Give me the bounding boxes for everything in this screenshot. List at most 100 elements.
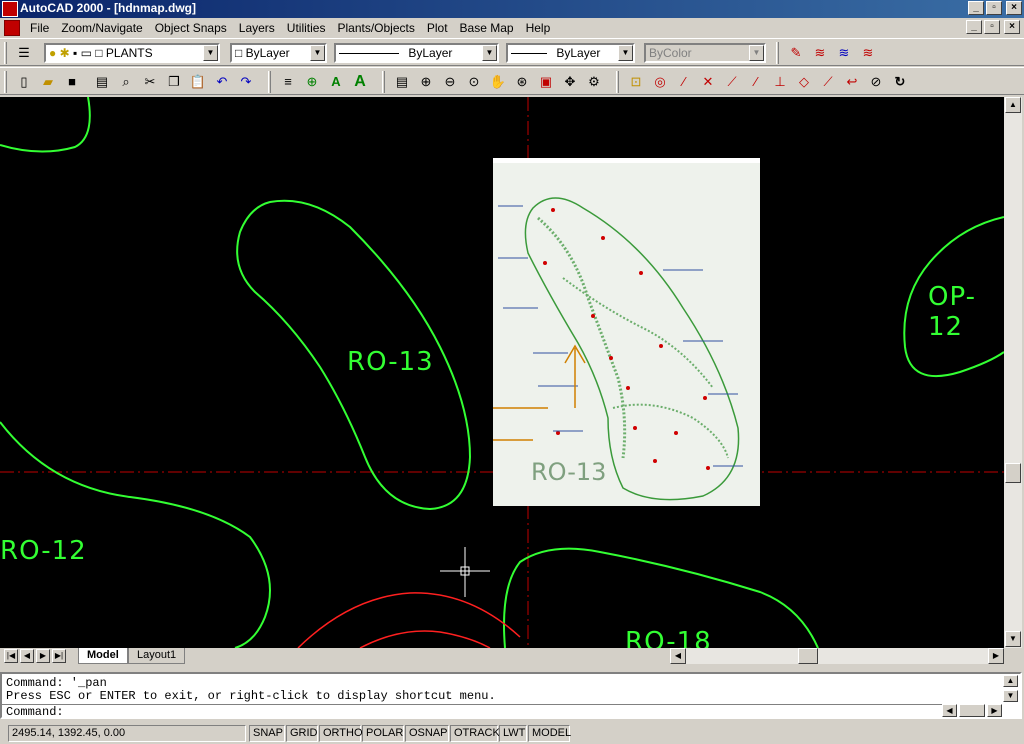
zoom-out-icon[interactable]: ⊖ [440,73,460,91]
lineweight-dropdown[interactable]: ByLayer ▼ [506,43,635,63]
toolbar-grip[interactable] [268,71,271,93]
menu-file[interactable]: File [24,21,55,35]
layers-icon[interactable]: ☰ [14,44,34,62]
horizontal-scrollbar[interactable]: ◀ ▶ [670,648,1004,664]
cmd-scroll-down-button[interactable]: ▼ [1003,690,1018,702]
linetype-dropdown[interactable]: ByLayer ▼ [334,43,499,63]
last-tab-button[interactable]: ▶| [52,649,66,663]
zoom-realtime-icon[interactable]: ⊛ [512,73,532,91]
toolbar-grip[interactable] [776,42,779,64]
zoom-extents-icon[interactable]: ▣ [536,73,556,91]
locate-point-icon[interactable]: ⊕ [302,73,322,91]
undo-icon[interactable]: ↶ [212,73,232,91]
multiline-text-icon[interactable]: A [350,73,370,91]
move-icon[interactable]: ✥ [560,73,580,91]
save-icon[interactable]: ■ [62,73,82,91]
model-toggle[interactable]: MODEL [528,725,571,742]
scroll-down-button[interactable]: ▼ [1005,631,1021,647]
zoom-in-icon[interactable]: ⊕ [416,73,436,91]
copy-icon[interactable]: ❐ [164,73,184,91]
document-icon[interactable] [4,20,20,36]
menu-utilities[interactable]: Utilities [281,21,332,35]
color-dropdown[interactable]: □ ByLayer ▼ [230,43,327,63]
aerial-view-icon[interactable]: ⚙ [584,73,604,91]
rainbow-icon[interactable]: ≋ [858,44,878,62]
prev-tab-button[interactable]: ◀ [20,649,34,663]
osnap-toggle[interactable]: OSNAP [405,725,449,742]
polar-toggle[interactable]: POLAR [362,725,404,742]
zoom-window-icon[interactable]: ⊙ [464,73,484,91]
list-icon[interactable]: ≡ [278,73,298,91]
menu-help[interactable]: Help [520,21,557,35]
snap-quadrant-icon[interactable]: ◇ [794,73,814,91]
snap-toggle[interactable]: SNAP [249,725,285,742]
command-input[interactable]: Command: [2,704,942,719]
snap-nearest-icon[interactable]: ⟋ [818,73,838,91]
menu-plot[interactable]: Plot [421,21,454,35]
horizontal-scroll-thumb[interactable] [798,648,818,664]
lwt-toggle[interactable]: LWT [499,725,527,742]
menu-layers[interactable]: Layers [233,21,281,35]
scanned-map-image[interactable]: RO-13 [493,158,760,506]
doc-close-button[interactable]: × [1004,20,1020,34]
snap-tangent-icon[interactable]: ↩ [842,73,862,91]
cmd-scroll-left-button[interactable]: ◀ [942,704,957,717]
tab-layout1[interactable]: Layout1 [128,648,186,664]
cmd-scroll-right-button[interactable]: ▶ [987,704,1002,717]
cut-icon[interactable]: ✂ [140,73,160,91]
ortho-toggle[interactable]: ORTHO [319,725,363,742]
snap-endpoint-icon[interactable]: ∕ [674,73,694,91]
snap-node-icon[interactable]: ⊘ [866,73,886,91]
vertical-scroll-thumb[interactable] [1005,463,1021,483]
scroll-up-button[interactable]: ▲ [1005,97,1021,113]
chevron-down-icon[interactable]: ▼ [310,45,325,61]
chevron-down-icon[interactable]: ▼ [203,45,218,61]
cmd-scroll-thumb[interactable] [959,704,985,717]
paste-icon[interactable]: 📋 [188,73,208,91]
layer-dropdown[interactable]: ● ✱ ▪ ▭ □ PLANTS ▼ [44,43,220,63]
preview-icon[interactable]: ⌕ [116,73,136,91]
snap-center-icon[interactable]: ◎ [650,73,670,91]
command-window[interactable]: Command: '_pan Press ESC or ENTER to exi… [0,672,1022,719]
grid-toggle[interactable]: GRID [286,725,318,742]
snap-extension-icon[interactable]: ⁄ [746,73,766,91]
rainbow-icon[interactable]: ≋ [834,44,854,62]
otrack-toggle[interactable]: OTRACK [450,725,500,742]
chevron-down-icon[interactable]: ▼ [618,45,633,61]
scroll-right-button[interactable]: ▶ [988,648,1004,664]
pan-icon[interactable]: ✋ [488,73,508,91]
drawing-canvas[interactable]: RO-13 OP-12 RO-12 RO-18 RO-13 [0,97,1004,648]
toolbar-grip[interactable] [4,42,7,64]
toolbar-grip[interactable] [382,71,385,93]
rainbow-icon[interactable]: ≋ [810,44,830,62]
print-icon[interactable]: ▤ [92,73,112,91]
menu-plants-objects[interactable]: Plants/Objects [331,21,420,35]
snap-intersection-icon[interactable]: ✕ [698,73,718,91]
cmd-scroll-up-button[interactable]: ▲ [1003,675,1018,687]
new-icon[interactable]: ▯ [14,73,34,91]
maximize-button[interactable]: ▫ [986,1,1002,15]
snap-midpoint-icon[interactable]: ⟋ [722,73,742,91]
menu-object-snaps[interactable]: Object Snaps [149,21,233,35]
vertical-scrollbar[interactable]: ▲ ▼ [1004,97,1022,648]
minimize-button[interactable]: _ [968,1,984,15]
match-properties-icon[interactable]: ✎ [786,44,806,62]
print-icon[interactable]: ▤ [392,73,412,91]
next-tab-button[interactable]: ▶ [36,649,50,663]
autocad-app-icon[interactable] [2,1,18,17]
toolbar-grip[interactable] [4,71,7,93]
scroll-left-button[interactable]: ◀ [670,648,686,664]
close-button[interactable]: × [1006,1,1022,15]
chevron-down-icon[interactable]: ▼ [482,45,497,61]
menu-base-map[interactable]: Base Map [454,21,520,35]
toolbar-grip[interactable] [616,71,619,93]
redraw-icon[interactable]: ↻ [890,73,910,91]
snap-from-icon[interactable]: ⊡ [626,73,646,91]
menu-zoom-navigate[interactable]: Zoom/Navigate [55,21,148,35]
open-icon[interactable]: ▰ [38,73,58,91]
snap-perpendicular-icon[interactable]: ⊥ [770,73,790,91]
doc-minimize-button[interactable]: _ [966,20,982,34]
tab-model[interactable]: Model [78,648,128,664]
text-icon[interactable]: A [326,73,346,91]
doc-restore-button[interactable]: ▫ [984,20,1000,34]
